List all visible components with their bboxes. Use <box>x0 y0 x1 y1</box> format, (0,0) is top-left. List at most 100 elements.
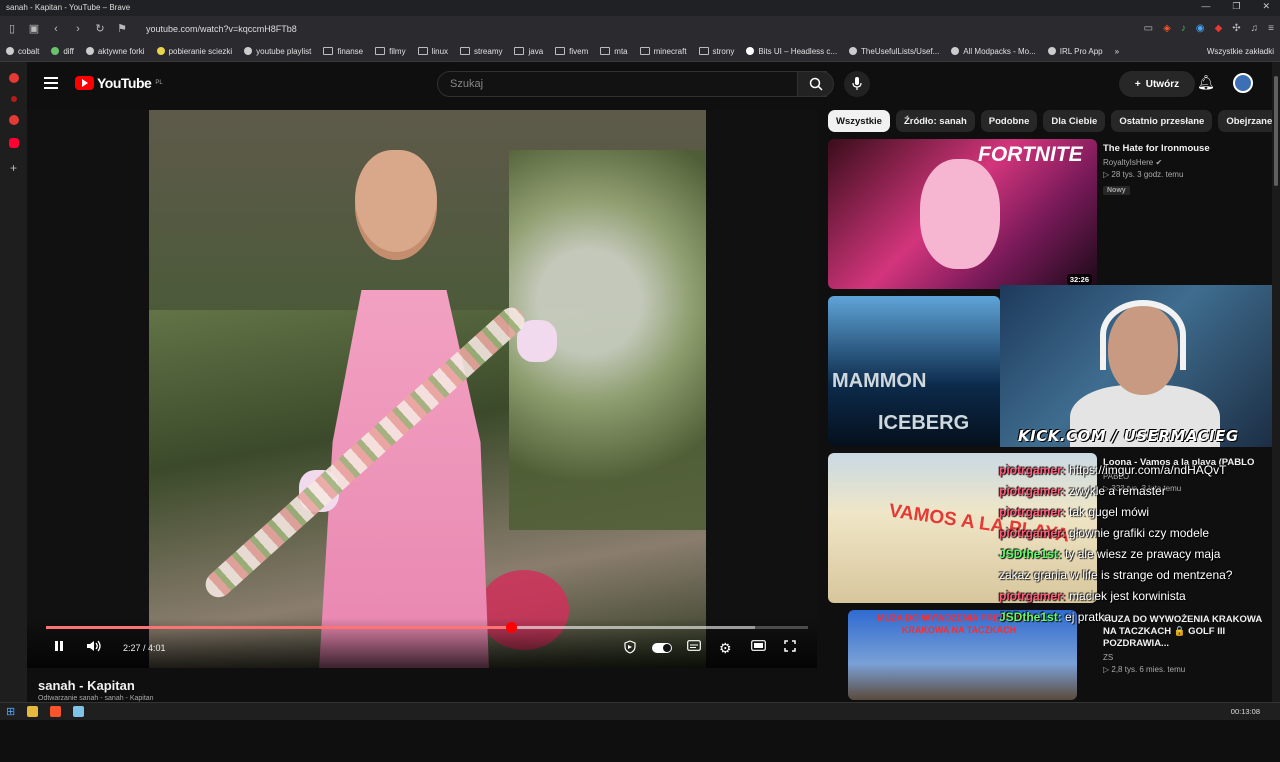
subtitles-button[interactable] <box>687 640 701 654</box>
bookmark-item[interactable]: pobieranie sciezki <box>156 47 232 56</box>
chip-watched[interactable]: Obejrzane <box>1218 110 1280 132</box>
youtube-logo[interactable]: YouTube PL <box>75 75 163 91</box>
folder-icon <box>698 47 709 55</box>
bookmarks-overflow[interactable]: » <box>1115 47 1119 56</box>
bookmark-folder[interactable]: mta <box>600 47 628 56</box>
bookmark-folder[interactable]: java <box>514 47 543 56</box>
close-icon[interactable]: ✕ <box>1262 1 1270 12</box>
menu-icon[interactable] <box>44 77 58 89</box>
back-icon[interactable]: ‹ <box>50 23 62 35</box>
channel-name[interactable]: ZS <box>1103 653 1273 662</box>
chip-for-you[interactable]: Dla Ciebie <box>1043 110 1106 132</box>
add-panel-icon[interactable]: + <box>0 161 27 175</box>
folder-icon <box>375 47 386 55</box>
theater-mode-button[interactable] <box>751 640 766 654</box>
bookmark-folder[interactable]: filmy <box>375 47 406 56</box>
search-button[interactable] <box>797 71 834 97</box>
stream-chat-overlay: piotrgamer: https://imgur.com/a/ndHAQvT … <box>999 460 1280 628</box>
bookmark-item[interactable]: youtube playlist <box>244 47 311 56</box>
menu-icon[interactable]: ≡ <box>1268 23 1274 34</box>
bookmark-folder[interactable]: streamy <box>460 47 502 56</box>
autoplay-toggle[interactable] <box>652 643 672 653</box>
tabs-icon[interactable]: ▣ <box>28 22 40 35</box>
thumbnail[interactable]: MAMMON ICEBERG <box>828 296 1000 446</box>
folder-icon <box>460 47 471 55</box>
volume-button[interactable] <box>86 640 102 655</box>
bookmark-icon <box>51 47 60 55</box>
sidebar-app-icon[interactable] <box>10 96 17 102</box>
bookmark-icon <box>951 47 960 55</box>
voice-search-button[interactable] <box>844 71 870 97</box>
bookmark-folder[interactable]: fivem <box>555 47 588 56</box>
file-explorer-icon[interactable] <box>27 706 39 717</box>
notifications-icon[interactable]: 🔔︎ <box>1197 74 1215 91</box>
bookmark-icon <box>244 47 253 55</box>
music-icon[interactable]: ♫ <box>1251 23 1259 34</box>
puzzle-icon[interactable]: ✣ <box>1232 23 1240 34</box>
cast-icon[interactable]: ▭ <box>1144 23 1153 34</box>
app-icon[interactable] <box>73 706 85 717</box>
sidebar-toggle-icon[interactable]: ▯ <box>6 22 18 35</box>
search-input[interactable]: Szukaj <box>437 71 827 97</box>
address-bar[interactable]: youtube.com/watch?v=kqccmH8FTb8 <box>146 24 1134 34</box>
recommendation-title[interactable]: The Hate for Ironmouse <box>1103 143 1273 155</box>
restore-icon[interactable]: ❐ <box>1232 1 1240 12</box>
bookmarks-bar: cobalt diff aktywne forki pobieranie sci… <box>0 41 1280 62</box>
plus-icon: + <box>1134 78 1141 90</box>
video-player[interactable]: 2:27 / 4:01 ⚙ <box>27 110 817 668</box>
page-scrollbar[interactable] <box>1272 62 1280 702</box>
fullscreen-button[interactable] <box>784 640 796 655</box>
minimize-icon[interactable]: — <box>1201 1 1210 12</box>
settings-button[interactable]: ⚙ <box>719 640 732 657</box>
scrubber-handle[interactable] <box>505 622 517 633</box>
bookmark-item[interactable]: aktywne forki <box>85 47 145 56</box>
brave-icon[interactable] <box>50 706 62 717</box>
scrollbar-thumb[interactable] <box>1274 76 1278 186</box>
folder-icon <box>639 47 650 55</box>
sidebar-youtube-icon[interactable] <box>8 138 19 148</box>
brave-shield-icon[interactable]: ◈ <box>1163 23 1171 34</box>
bookmark-folder[interactable]: finanse <box>323 47 363 56</box>
avatar[interactable] <box>1233 73 1253 93</box>
recommendation-card[interactable]: MUZA DO WYWOZENIA PREZYDENTA KRAKOWA NA … <box>828 610 1273 762</box>
browser-sidebar: + <box>0 62 27 702</box>
bookmark-folder[interactable]: linux <box>417 47 448 56</box>
chip-similar[interactable]: Podobne <box>980 110 1038 132</box>
chip-recent[interactable]: Ostatnio przesłane <box>1111 110 1213 132</box>
pause-button[interactable] <box>53 640 65 655</box>
chip-all[interactable]: Wszystkie <box>828 110 890 132</box>
reload-icon[interactable]: ↻ <box>94 22 106 35</box>
bookmark-item[interactable]: All Modpacks - Mo... <box>951 47 1036 56</box>
sidebar-app-icon[interactable] <box>8 115 19 125</box>
video-frame[interactable] <box>149 110 706 668</box>
extension-icon-3[interactable]: ◆ <box>1215 23 1223 34</box>
youtube-header: YouTube PL Szukaj + Utwórz 🔔︎ <box>27 62 1280 106</box>
bookmark-item[interactable]: cobalt <box>6 47 39 56</box>
chat-message: JSDthe1st: ty ale wiesz ze prawacy maja <box>999 547 1221 561</box>
progress-bar[interactable] <box>46 622 808 633</box>
extension-icon[interactable]: ♪ <box>1181 23 1186 34</box>
thumbnail[interactable]: FORTNITE 32:26 <box>828 139 1097 289</box>
windows-start-icon[interactable]: ⊞ <box>6 705 15 718</box>
recommendation-card[interactable]: FORTNITE 32:26 The Hate for Ironmouse Ro… <box>828 139 1273 291</box>
extension-icon-2[interactable]: ◉ <box>1196 23 1205 34</box>
bookmark-item[interactable]: Bits UI – Headless c... <box>746 47 837 56</box>
all-bookmarks[interactable]: Wszystkie zakładki <box>1203 47 1274 56</box>
thumbnail-character <box>920 159 1000 269</box>
thumbnail-text: FORTNITE <box>978 143 1083 166</box>
forward-icon[interactable]: › <box>72 23 84 35</box>
chip-source[interactable]: Źródło: sanah <box>895 110 975 132</box>
bookmark-folder[interactable]: minecraft <box>639 47 687 56</box>
bookmark-icon[interactable]: ⚑ <box>116 22 128 35</box>
bookmark-item[interactable]: diff <box>51 47 74 56</box>
create-button[interactable]: + Utwórz <box>1119 71 1195 97</box>
taskbar-clock: 00:13:08 <box>1230 707 1260 716</box>
bookmark-item[interactable]: TheUsefulLists/Usef... <box>849 47 939 56</box>
subtitles-icon <box>687 640 701 651</box>
sidebar-app-icon[interactable] <box>8 73 19 83</box>
sponsor-button[interactable] <box>623 640 637 657</box>
chat-message: piotrgamer: maciek jest korwinista <box>999 589 1186 603</box>
channel-name[interactable]: RoyaltyIsHere ✔ <box>1103 158 1273 167</box>
bookmark-folder[interactable]: strony <box>698 47 734 56</box>
bookmark-item[interactable]: IRL Pro App <box>1047 47 1103 56</box>
